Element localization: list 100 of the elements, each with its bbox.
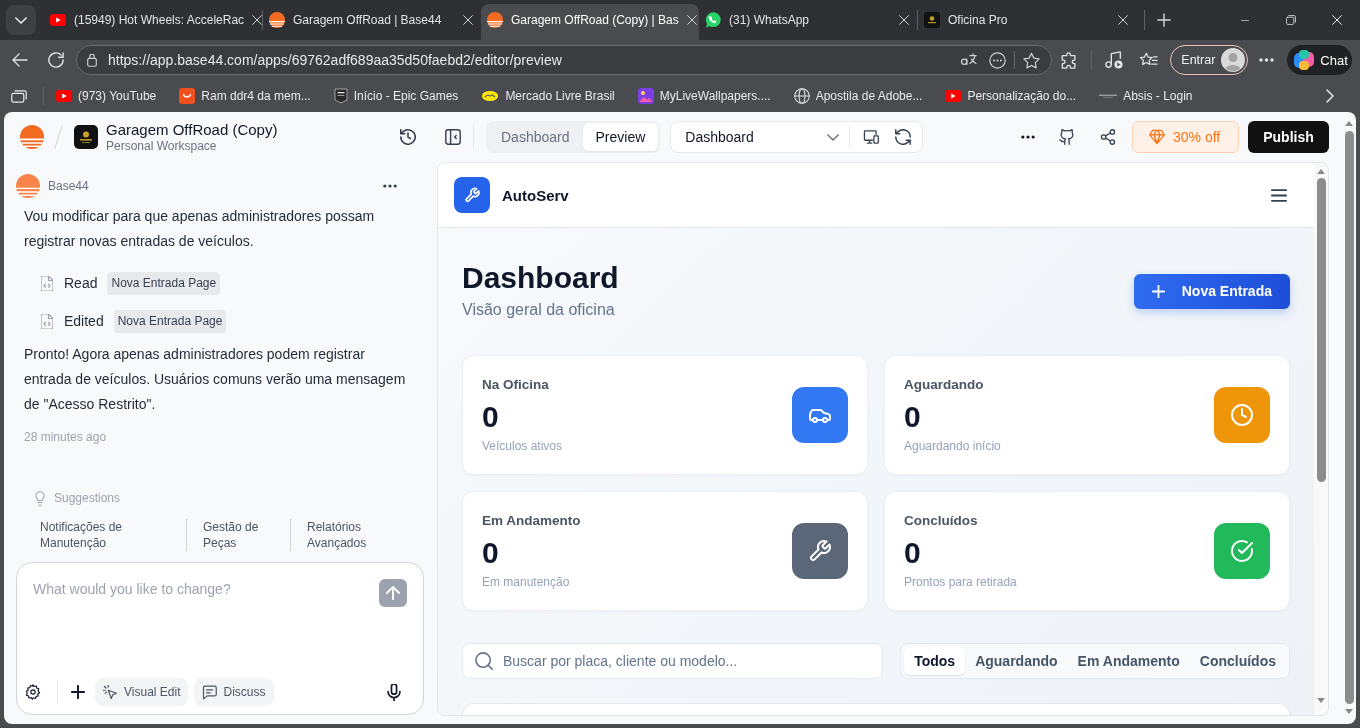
browser-tab[interactable]: Garagem OffRoad (Copy) | Bas [481, 4, 699, 40]
close-icon[interactable] [1332, 15, 1342, 25]
scrollbar-thumb[interactable] [1316, 178, 1326, 482]
composer-button[interactable]: Discuss [194, 678, 274, 706]
filter-tab[interactable]: Aguardando [965, 647, 1068, 675]
refresh-icon[interactable] [895, 129, 912, 145]
settings-icon[interactable] [25, 684, 41, 700]
bookmark[interactable]: Absis - Login [1098, 89, 1194, 103]
browser-tab[interactable]: (31) WhatsApp [699, 4, 917, 40]
search-field[interactable]: Buscar por placa, cliente ou modelo... [462, 643, 884, 679]
file-code-icon [41, 313, 53, 329]
translate-icon[interactable] [960, 53, 979, 67]
stat-title: Concluídos [904, 512, 979, 530]
search-input[interactable]: Buscar por placa, cliente ou modelo... [503, 653, 871, 669]
reload-icon[interactable] [48, 52, 64, 68]
suggestion-link[interactable]: Gestão de Peças [186, 519, 290, 551]
sunset-logo-icon [487, 12, 503, 28]
chat-message: Pronto! Agora apenas administradores podem registrar entrada de veículos. Usuários comuns verão uma mensagem de "Acesso Restrito". [23, 345, 406, 414]
filter-tab[interactable]: Todos [904, 647, 966, 675]
stat-value: 0 [482, 400, 500, 434]
bookmark[interactable]: Mercado Livre Brasil [480, 89, 616, 103]
bookmark[interactable]: Personalização do... [944, 89, 1078, 103]
bookmark[interactable]: MyLiveWallpapers.... [636, 88, 772, 104]
arrow-down-icon[interactable] [1345, 709, 1353, 714]
action-label: Read [64, 275, 98, 291]
wrench-logo-icon [454, 177, 490, 213]
stat-caption: Veículos ativos [482, 438, 564, 454]
play-icon [50, 14, 66, 26]
sunset-logo-icon[interactable] [20, 125, 44, 149]
view-tab[interactable]: Dashboard [488, 123, 583, 151]
close-icon[interactable] [899, 15, 909, 25]
chevron-down-icon [15, 16, 27, 24]
bookmark[interactable]: Ram ddr4 da mem... [178, 88, 312, 104]
tab-stack-icon[interactable] [11, 89, 27, 103]
arrow-down-icon[interactable] [1317, 698, 1325, 703]
play-icon [56, 90, 72, 102]
chat-message: Vou modificar para que apenas administradores possam registrar novas entradas de veículos. [23, 207, 376, 251]
minimize-icon[interactable] [1240, 19, 1250, 21]
chat-button[interactable]: Chat [1287, 45, 1352, 75]
dash-icon [1099, 94, 1118, 98]
microphone-icon[interactable] [387, 683, 401, 701]
filter-tab[interactable]: Concluídos [1189, 647, 1286, 675]
project-title: Garagem OffRoad (Copy) [106, 120, 278, 139]
filter-tab[interactable]: Em Andamento [1067, 647, 1190, 675]
share-icon[interactable] [1100, 129, 1116, 145]
page-select[interactable]: Dashboard [685, 129, 840, 145]
app-name: AutoServ [502, 186, 569, 204]
puzzle-icon[interactable] [1061, 51, 1079, 69]
device-icon[interactable] [863, 129, 880, 145]
restore-icon[interactable] [1286, 15, 1296, 25]
close-icon[interactable] [463, 15, 473, 25]
more-icon[interactable] [1259, 58, 1275, 62]
scrollbar-thumb[interactable] [1344, 131, 1354, 704]
suggestion-link[interactable]: Notificações de Manutenção [40, 519, 186, 551]
browser-tab[interactable]: Oficina Pro [918, 4, 1136, 40]
phone-bubble-icon [705, 12, 721, 28]
composer-button[interactable]: Visual Edit [95, 678, 189, 706]
cat-head-icon[interactable] [1059, 129, 1075, 145]
more-icon[interactable] [1021, 135, 1035, 139]
publish-button[interactable]: Publish [1248, 121, 1329, 153]
picture-icon [637, 88, 654, 104]
chevron-down-icon [827, 133, 840, 141]
file-chip[interactable]: Nova Entrada Page [107, 271, 221, 295]
music-note-icon[interactable] [1105, 51, 1124, 69]
stat-caption: Prontos para retirada [904, 574, 1018, 590]
workspace-name: Personal Workspace [106, 138, 218, 154]
star-icon[interactable] [1023, 51, 1041, 69]
suggestion-link[interactable]: Relatórios Avançados [290, 519, 390, 551]
file-chip[interactable]: Nova Entrada Page [113, 309, 227, 333]
tab-list-button[interactable] [6, 5, 36, 35]
browser-tab[interactable]: (15949) Hot Wheels: AcceleRac [44, 4, 262, 40]
browser-tab[interactable]: Garagem OffRoad | Base44 [263, 4, 481, 40]
new-entry-button[interactable]: Nova Entrada [1133, 273, 1290, 309]
file-code-icon [41, 275, 53, 291]
arrow-up-icon[interactable] [1345, 121, 1353, 126]
back-arrow-icon[interactable] [12, 53, 28, 67]
close-icon[interactable] [686, 15, 697, 25]
stat-caption: Em manutenção [482, 574, 571, 590]
sender-name: Base44 [48, 179, 89, 193]
sunset-logo-icon [16, 174, 40, 198]
plus-icon[interactable] [71, 685, 85, 699]
bookmark[interactable]: (973) YouTube [55, 89, 158, 103]
address-bar[interactable]: https://app.base44.com/apps/69762adf689aa35d50faebd2/editor/preview [76, 45, 1053, 75]
arrow-up-icon[interactable] [1317, 169, 1325, 174]
view-tab[interactable]: Preview [582, 123, 659, 151]
history-icon[interactable] [400, 129, 416, 145]
chat-icon [202, 684, 218, 700]
prompt-field[interactable]: What would you like to change? [33, 579, 371, 659]
composer-panel[interactable]: What would you like to change? Visual Edit Discuss [16, 562, 424, 715]
sidebar-toggle-icon[interactable] [445, 129, 461, 145]
close-icon[interactable] [252, 15, 263, 25]
oval-badge-icon [481, 90, 500, 102]
bookmark[interactable]: Início - Epic Games [332, 88, 460, 104]
chevron-right-icon[interactable] [1326, 89, 1334, 103]
bookmark[interactable]: Apostila de Adobe... [792, 88, 924, 104]
menu-icon[interactable] [1271, 188, 1287, 202]
dots-circle-icon[interactable] [989, 51, 1007, 69]
more-icon[interactable] [383, 184, 397, 188]
star-list-icon[interactable] [1140, 52, 1159, 68]
close-icon[interactable] [1118, 15, 1128, 25]
